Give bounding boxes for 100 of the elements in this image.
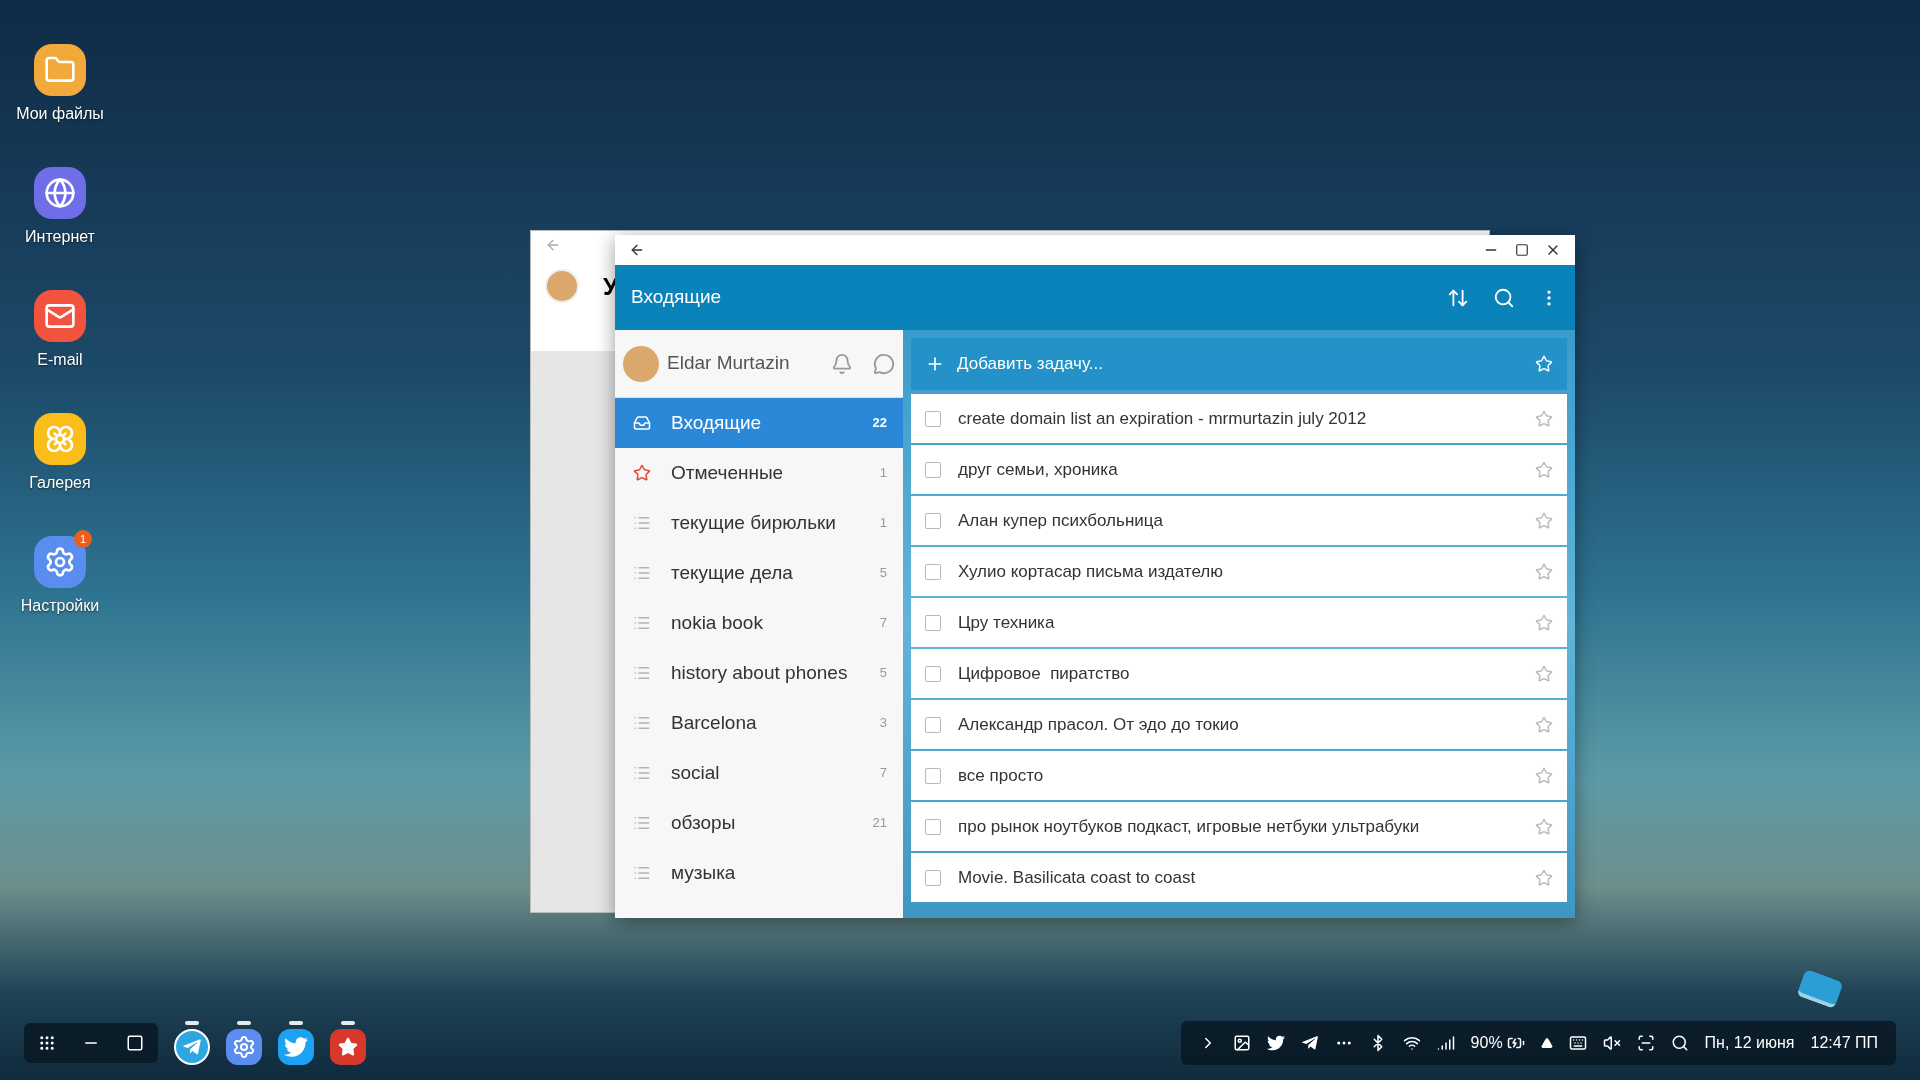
app-label: Интернет	[25, 227, 95, 247]
avatar	[623, 345, 659, 382]
checkbox[interactable]	[925, 665, 941, 682]
task-title: Movie. Basilicata coast to coast	[958, 866, 1197, 889]
sidebar-item[interactable]: history about phones 5	[615, 648, 903, 698]
bird-icon[interactable]	[1266, 1034, 1285, 1052]
list-icon	[633, 864, 651, 882]
task-count: 21	[872, 814, 887, 833]
chat-icon[interactable]	[873, 352, 895, 375]
list-icon	[633, 714, 651, 732]
list-icon	[633, 664, 651, 682]
star-icon[interactable]	[1535, 511, 1553, 530]
keyboard-icon[interactable]	[1568, 1034, 1587, 1052]
task-row[interactable]: Александр прасол. От эдо до токио	[911, 700, 1567, 749]
sidebar-item[interactable]: текущие дела 5	[615, 548, 903, 598]
user-name: Eldar Murtazin	[667, 351, 791, 376]
app-tile[interactable]	[34, 167, 86, 219]
task-count: 7	[879, 764, 887, 783]
checkbox[interactable]	[925, 869, 941, 886]
home-icon[interactable]	[126, 1034, 144, 1052]
sidebar-item[interactable]: nokia book 7	[615, 598, 903, 648]
apps-grid-icon[interactable]	[38, 1034, 56, 1052]
star-icon[interactable]	[1535, 409, 1553, 428]
mute-icon[interactable]	[1602, 1034, 1621, 1052]
sidebar-item[interactable]: текущие бирюльки 1	[615, 498, 903, 548]
wifi-icon[interactable]	[1402, 1034, 1421, 1052]
task-row[interactable]: Movie. Basilicata coast to coast	[911, 853, 1567, 902]
app-label: Настройки	[20, 596, 100, 616]
task-title: все просто	[958, 764, 1045, 787]
list-name: nokia book	[671, 610, 764, 635]
star-icon[interactable]	[1535, 766, 1553, 785]
list-name: Отмеченные	[671, 460, 785, 485]
checkbox[interactable]	[925, 716, 941, 733]
sidebar-item[interactable]: музыка	[615, 848, 903, 898]
task-count: 7	[879, 614, 887, 633]
taskbar-app[interactable]	[278, 1029, 314, 1065]
task-title: Цру техника	[958, 611, 1056, 634]
search-icon[interactable]	[1670, 1034, 1689, 1052]
star-icon[interactable]	[1535, 664, 1553, 683]
app-label: Галерея	[29, 473, 91, 493]
checkbox[interactable]	[925, 614, 941, 631]
checkbox[interactable]	[925, 767, 941, 784]
add-task-field[interactable]: Добавить задачу...	[911, 338, 1567, 390]
task-title: Цифровое пиратство	[958, 662, 1131, 685]
sidebar-item[interactable]: Входящие 22	[615, 398, 903, 448]
star-icon[interactable]	[1535, 613, 1553, 632]
sidebar-item[interactable]: обзоры 21	[615, 798, 903, 848]
task-row[interactable]: друг семьи, хроника	[911, 445, 1567, 494]
checkbox[interactable]	[925, 818, 941, 835]
bell-icon[interactable]	[831, 352, 853, 375]
star-icon[interactable]	[1535, 868, 1553, 887]
checkbox[interactable]	[925, 563, 941, 580]
maximize-icon[interactable]	[1515, 243, 1529, 257]
checkbox[interactable]	[925, 461, 941, 478]
task-row[interactable]: create domain list an expiration - mrmurtazin july 2012	[911, 394, 1567, 443]
task-row[interactable]: Цифровое пиратство	[911, 649, 1567, 698]
task-row[interactable]: все просто	[911, 751, 1567, 800]
app-tile[interactable]	[34, 413, 86, 465]
list-icon	[633, 814, 651, 832]
list-icon	[633, 564, 651, 582]
task-count: 22	[872, 414, 887, 433]
running-indicator	[185, 1021, 199, 1025]
gear-icon	[44, 546, 76, 578]
task-title: про рынок ноутбуков подкаст, игровые нетбуки ультрабуки	[958, 815, 1421, 838]
taskbar-app[interactable]	[174, 1029, 210, 1065]
task-row[interactable]: Хулио кортасар письма издателю	[911, 547, 1567, 596]
list-icon	[633, 514, 651, 532]
running-indicator	[289, 1021, 303, 1025]
app-tile[interactable]	[34, 44, 86, 96]
task-count: 3	[879, 714, 887, 733]
checkbox[interactable]	[925, 410, 941, 427]
sidebar-item[interactable]: social 7	[615, 748, 903, 798]
checkbox[interactable]	[925, 512, 941, 529]
triangle-up-icon[interactable]	[1540, 1037, 1553, 1049]
task-row[interactable]: Алан купер психбольница	[911, 496, 1567, 545]
star-icon[interactable]	[1535, 460, 1553, 479]
task-title: Хулио кортасар письма издателю	[958, 560, 1225, 583]
avatar	[545, 269, 579, 303]
inbox-icon	[633, 414, 651, 432]
sidebar-item[interactable]: Barcelona 3	[615, 698, 903, 748]
list-name: Barcelona	[671, 710, 758, 735]
app-tile[interactable]	[34, 290, 86, 342]
taskbar-app[interactable]	[330, 1029, 366, 1065]
task-row[interactable]: Цру техника	[911, 598, 1567, 647]
star-icon[interactable]	[1535, 817, 1553, 836]
image-icon[interactable]	[1232, 1034, 1251, 1052]
battery-level: 90%	[1470, 1033, 1503, 1053]
task-title: друг семьи, хроника	[958, 458, 1119, 481]
taskbar-app[interactable]	[226, 1029, 262, 1065]
screenshot-icon[interactable]	[1636, 1034, 1655, 1052]
star-icon[interactable]	[1535, 715, 1553, 734]
task-row[interactable]: про рынок ноутбуков подкаст, игровые нетбуки ультрабуки	[911, 802, 1567, 851]
sidebar-item[interactable]: Отмеченные 1	[615, 448, 903, 498]
signal-icon	[1436, 1034, 1455, 1052]
app-tile[interactable]	[34, 536, 86, 588]
star-icon[interactable]	[1535, 562, 1553, 581]
add-task-input[interactable]: Добавить задачу...	[957, 351, 1535, 377]
paper-plane-icon[interactable]	[1300, 1034, 1319, 1052]
gear-icon	[232, 1035, 256, 1059]
notification-badge: 1	[74, 530, 92, 548]
